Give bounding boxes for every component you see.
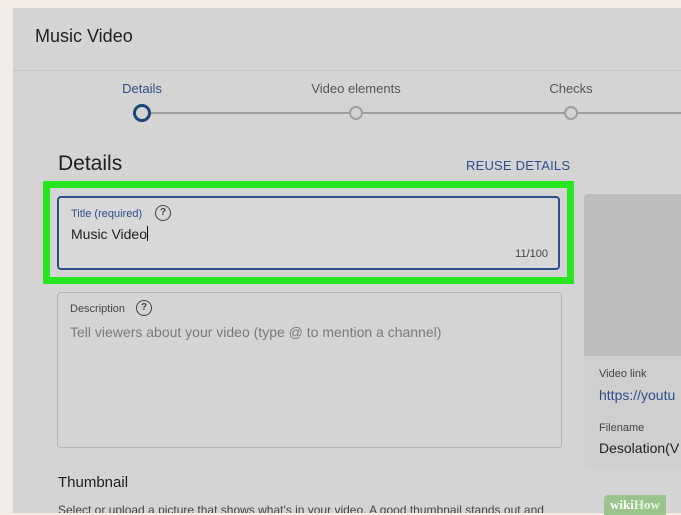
details-heading: Details bbox=[58, 152, 123, 175]
video-link[interactable]: https://youtu bbox=[599, 387, 675, 403]
text-caret bbox=[147, 226, 149, 241]
filename-label: Filename bbox=[599, 422, 645, 434]
step-video-elements-label[interactable]: Video elements bbox=[311, 81, 400, 96]
description-help-icon[interactable]: ? bbox=[136, 300, 152, 316]
reuse-details-button[interactable]: REUSE DETAILS bbox=[466, 158, 570, 173]
header-divider bbox=[13, 70, 681, 71]
description-field-label: Description bbox=[70, 303, 126, 315]
dialog-title: Music Video bbox=[35, 26, 133, 46]
title-field-label: Title (required) bbox=[71, 208, 143, 220]
thumbnail-description: Select or upload a picture that shows wh… bbox=[58, 503, 544, 513]
title-help-icon[interactable]: ? bbox=[155, 205, 171, 221]
step-details-label[interactable]: Details bbox=[122, 81, 162, 96]
upload-dialog: Music Video Details Video elements Check… bbox=[13, 8, 681, 513]
description-placeholder: Tell viewers about your video (type @ to… bbox=[70, 324, 442, 340]
step-details-dot[interactable] bbox=[133, 104, 151, 122]
title-char-counter: 11/100 bbox=[515, 248, 548, 260]
title-input[interactable]: Title (required) ? Music Video 11/100 bbox=[57, 196, 560, 270]
stepper-track bbox=[142, 112, 681, 114]
title-value: Music Video bbox=[71, 226, 149, 242]
step-checks-dot[interactable] bbox=[564, 106, 578, 120]
video-preview[interactable] bbox=[584, 194, 681, 356]
video-link-label: Video link bbox=[599, 368, 647, 380]
thumbnail-heading: Thumbnail bbox=[58, 474, 129, 491]
video-preview-panel: Video link https://youtu Filename Desola… bbox=[584, 194, 681, 469]
description-input[interactable]: Description ? Tell viewers about your vi… bbox=[57, 292, 562, 448]
wikihow-watermark: wikiHow bbox=[604, 495, 666, 515]
step-video-elements-dot[interactable] bbox=[349, 106, 363, 120]
step-checks-label[interactable]: Checks bbox=[549, 81, 592, 96]
filename-value: Desolation(V bbox=[599, 440, 680, 456]
